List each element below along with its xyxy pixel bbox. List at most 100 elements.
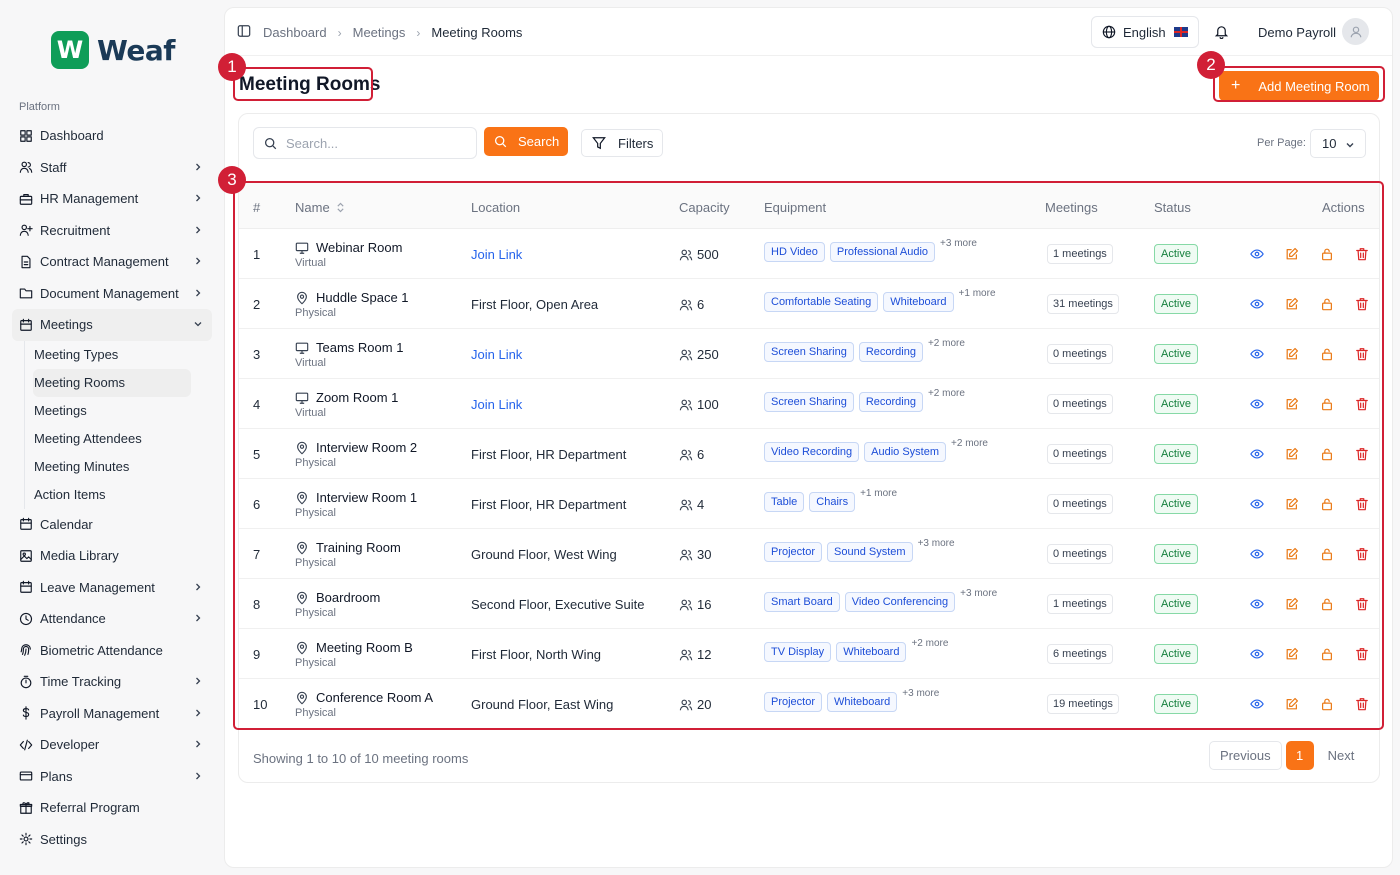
previous-button[interactable]: Previous [1209,741,1282,770]
sidebar-item-recruitment[interactable]: Recruitment [12,215,212,247]
user-icon [1350,26,1361,37]
breadcrumb-meetings[interactable]: Meetings [353,25,406,40]
card-icon [19,769,33,783]
chevron-right-icon [196,257,201,265]
file-icon [19,255,33,269]
pagination: Previous 1 Next [1209,741,1364,770]
search-input[interactable]: Search... [253,127,477,159]
sidebar-item-settings[interactable]: Settings [12,824,212,856]
chevron-right-icon [196,677,201,685]
search-icon [494,135,507,148]
chevron-right-icon [196,289,201,296]
filter-icon [592,137,606,150]
sidebar: W Weaf Platform Dashboard Staff HR Managem… [0,0,222,875]
user-name[interactable]: Demo Payroll [1258,25,1336,40]
sidebar-item-label: Biometric Attendance [40,642,163,658]
sidebar-item-label: Leave Management [40,579,155,595]
per-page-label: Per Page: [1257,137,1306,149]
pagination-summary: Showing 1 to 10 of 10 meeting rooms [253,751,469,766]
sidebar-item-developer[interactable]: Developer [12,729,212,761]
sidebar-item-referral-program[interactable]: Referral Program [12,792,212,824]
sidebar-item-hr-management[interactable]: HR Management [12,183,212,215]
sidebar-item-label: Developer [40,737,100,753]
calendar-icon [19,318,33,332]
sidebar-item-label: Settings [40,831,87,847]
sidebar-item-label: Staff [40,159,67,175]
next-button[interactable]: Next [1318,741,1365,770]
language-selector[interactable]: English [1091,16,1199,48]
breadcrumb-chevron-icon: › [337,25,342,40]
search-icon [264,137,277,149]
calendar-icon [19,517,33,531]
image-icon [19,549,33,563]
sidebar-item-label: Meetings [40,317,93,333]
page-1-button[interactable]: 1 [1285,741,1314,770]
per-page-select[interactable]: 10 [1310,129,1366,158]
folder-icon [19,286,33,300]
sidebar-item-label: Time Tracking [40,674,122,690]
submenu-item-meeting-rooms[interactable]: Meeting Rooms [33,368,191,397]
sidebar-item-calendar[interactable]: Calendar [12,509,212,541]
sidebar-item-label: Referral Program [40,800,140,816]
sidebar-item-time-tracking[interactable]: Time Tracking [12,666,212,698]
sidebar-item-label: Recruitment [40,222,111,238]
sidebar-item-label: Plans [40,768,73,784]
submenu-item-meeting-attendees[interactable]: Meeting Attendees [33,425,191,453]
breadcrumb: Dashboard › Meetings › Meeting Rooms [263,25,522,40]
gear-icon [19,832,33,846]
sidebar-section-label: Platform [19,101,60,113]
sidebar-item-contract-management[interactable]: Contract Management [12,246,212,278]
chevron-right-icon [196,194,201,202]
bell-icon[interactable] [1214,24,1229,39]
chevron-right-icon [196,709,201,716]
user-plus-icon [19,223,33,237]
breadcrumb-dashboard[interactable]: Dashboard [263,25,327,40]
sidebar-toggle-icon[interactable] [237,24,251,38]
chevron-right-icon [196,163,201,170]
chevron-down-icon [1346,143,1354,148]
sidebar-nav: Dashboard Staff HR Management Recruitment Co… [12,120,212,855]
annotation-marker-1: 1 [218,53,246,81]
sidebar-item-label: Attendance [40,611,106,627]
clock-icon [19,612,33,626]
sidebar-item-payroll-management[interactable]: Payroll Management [12,698,212,730]
submenu-item-meeting-types[interactable]: Meeting Types [33,341,191,369]
annotation-box-1 [233,67,373,101]
globe-icon [1102,25,1116,39]
search-placeholder: Search... [286,135,339,151]
meetings-submenu: Meeting Types Meeting Rooms Meetings Meetin… [24,340,212,509]
language-label: English [1123,24,1166,40]
fingerprint-icon [19,643,33,657]
filters-button[interactable]: Filters [581,129,663,157]
sidebar-item-leave-management[interactable]: Leave Management [12,572,212,604]
chevron-right-icon [196,614,201,622]
sidebar-item-label: Payroll Management [40,705,160,721]
submenu-item-meetings[interactable]: Meetings [33,397,191,425]
logo[interactable]: W Weaf [51,31,175,69]
avatar[interactable] [1342,18,1369,45]
submenu-item-action-items[interactable]: Action Items [33,481,191,509]
sidebar-item-label: Calendar [40,516,93,532]
per-page-value: 10 [1322,136,1337,151]
sidebar-item-dashboard[interactable]: Dashboard [12,120,212,152]
sidebar-item-media-library[interactable]: Media Library [12,540,212,572]
annotation-marker-3: 3 [218,166,246,194]
submenu-item-meeting-minutes[interactable]: Meeting Minutes [33,453,191,481]
sidebar-item-plans[interactable]: Plans [12,761,212,793]
top-bar: Dashboard › Meetings › Meeting Rooms Eng… [225,8,1392,56]
sidebar-item-label: Document Management [40,285,179,301]
logo-badge: W [51,31,89,69]
sidebar-item-staff[interactable]: Staff [12,152,212,184]
dollar-icon [19,706,33,720]
chevron-right-icon [196,772,201,779]
filters-label: Filters [618,135,654,151]
sidebar-item-label: Contract Management [40,254,169,270]
sidebar-item-biometric-attendance[interactable]: Biometric Attendance [12,635,212,667]
sidebar-item-attendance[interactable]: Attendance [12,603,212,635]
annotation-marker-2: 2 [1197,51,1225,79]
sidebar-item-meetings[interactable]: Meetings [12,309,212,341]
sidebar-item-document-management[interactable]: Document Management [12,278,212,310]
search-button[interactable]: Search [484,127,568,156]
timer-icon [19,675,33,689]
chevron-right-icon [196,740,201,748]
